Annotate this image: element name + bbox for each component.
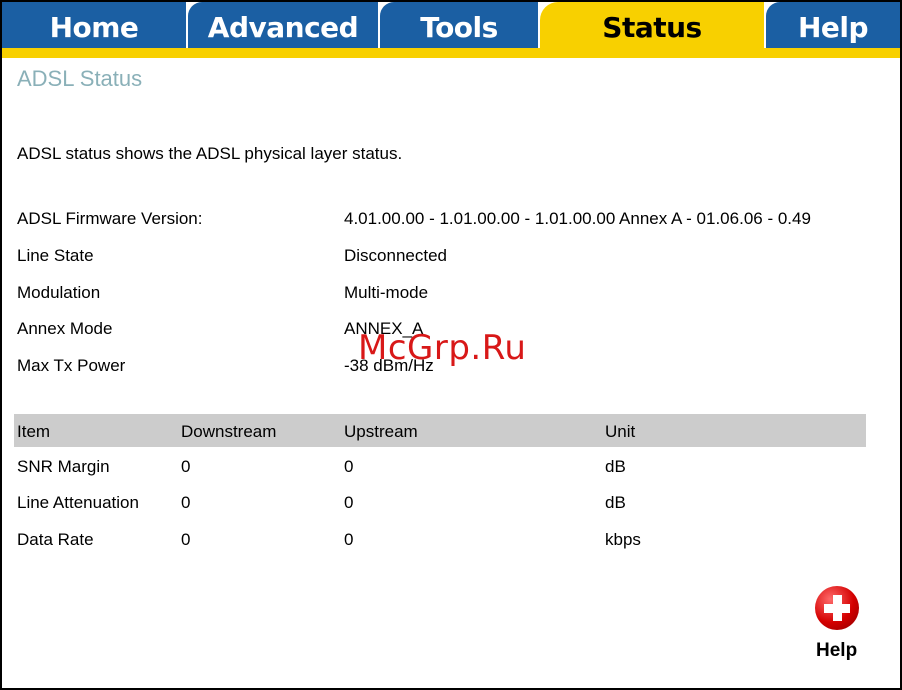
tab-status-label: Status [602,10,702,44]
table-cell: dB [605,457,626,476]
table-cell: SNR Margin [17,457,110,476]
page-description: ADSL status shows the ADSL physical laye… [17,144,403,163]
tab-advanced[interactable]: Advanced [188,2,378,48]
table-cell: 0 [181,457,191,476]
tab-home-label: Home [49,10,139,44]
stats-table-header [14,414,866,447]
table-cell: 0 [181,530,191,549]
table-cell: 0 [344,493,354,512]
info-value: 4.01.00.00 - 1.01.00.00 - 1.01.00.00 Ann… [344,209,811,228]
info-value: Disconnected [344,246,448,265]
table-cell: 0 [344,457,354,476]
tab-help-label: Help [797,10,869,44]
help-button-label: Help [816,640,858,661]
page-title: ADSL Status [17,66,143,91]
help-button[interactable]: Help [810,586,870,668]
column-header: Unit [605,422,636,441]
watermark-text: McGrp.Ru [358,328,527,368]
plus-circle-icon [815,586,859,630]
router-status-page: Home Advanced Tools Status Help ADSL Sta… [0,0,902,690]
tab-status[interactable]: Status [540,2,764,58]
tab-tools[interactable]: Tools [380,2,538,48]
info-label: ADSL Firmware Version: [17,209,203,228]
tab-help[interactable]: Help [766,2,900,48]
table-cell: 0 [344,530,354,549]
column-header: Downstream [181,422,277,441]
info-label: Line State [17,246,94,265]
info-label: Modulation [17,283,101,302]
info-value: Multi-mode [344,283,429,302]
tab-advanced-label: Advanced [207,10,359,44]
table-cell: dB [605,493,626,512]
tab-tools-label: Tools [420,10,498,44]
table-cell: Data Rate [17,530,94,549]
main-nav: Home Advanced Tools Status Help [2,2,900,58]
column-header: Upstream [344,422,418,441]
column-header: Item [17,422,51,441]
table-cell: kbps [605,530,641,549]
info-label: Max Tx Power [17,356,126,375]
table-cell: Line Attenuation [17,493,139,512]
table-cell: 0 [181,493,191,512]
tab-home[interactable]: Home [2,2,186,48]
info-label: Annex Mode [17,319,113,338]
